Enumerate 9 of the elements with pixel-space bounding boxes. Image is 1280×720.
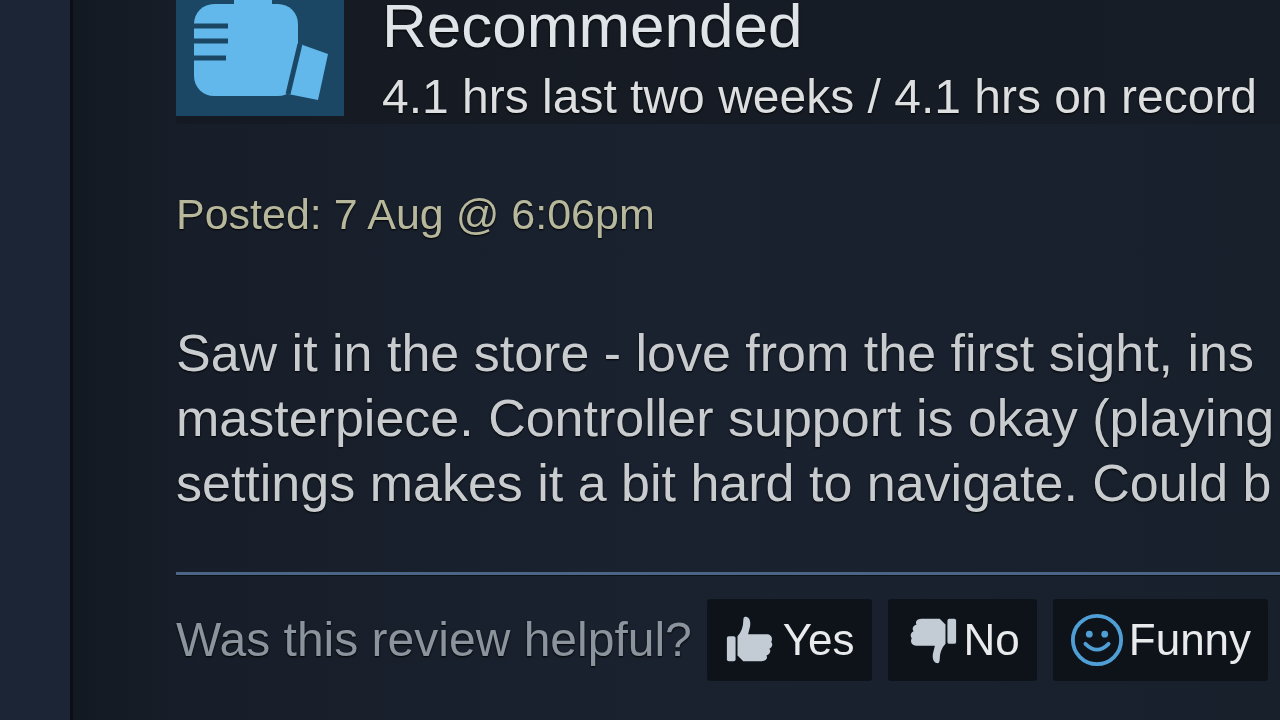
- playtime-text: 4.1 hrs last two weeks / 4.1 hrs on record: [382, 70, 1258, 124]
- funny-button[interactable]: Funny: [1052, 599, 1269, 681]
- review-verdict: Recommended: [382, 0, 804, 52]
- review-text: Saw it in the store - love from the first sight, ins masterpiece. Controller support is okay (playing settings makes it a bit hard to navigate. Could b: [176, 323, 1276, 514]
- yes-button[interactable]: Yes: [706, 599, 872, 681]
- smiley-icon: [1069, 613, 1124, 667]
- no-button[interactable]: No: [887, 599, 1037, 681]
- posted-date: Posted: 7 Aug @ 6:06pm: [176, 189, 656, 239]
- helpful-prompt: Was this review helpful?: [176, 612, 692, 668]
